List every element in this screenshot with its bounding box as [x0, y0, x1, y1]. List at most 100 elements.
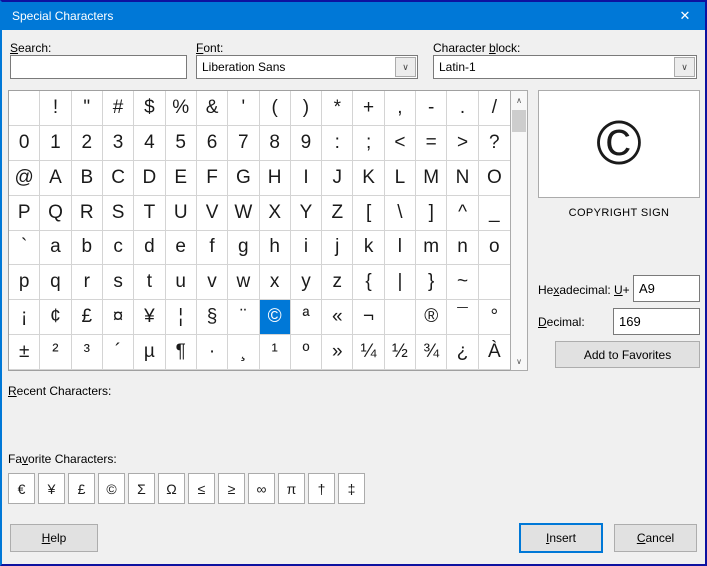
char-cell[interactable]: V [196, 195, 229, 231]
char-cell[interactable]: ; [353, 125, 385, 161]
char-cell[interactable]: > [447, 125, 479, 161]
char-cell[interactable]: : [322, 125, 354, 161]
char-cell[interactable]: @ [9, 160, 41, 196]
char-cell[interactable]: E [165, 160, 197, 196]
scroll-down-button[interactable]: ∨ [511, 353, 527, 369]
scroll-up-button[interactable]: ∧ [511, 92, 527, 108]
char-cell[interactable]: _ [478, 196, 510, 231]
char-cell[interactable]: ¨ [228, 300, 260, 336]
char-cell[interactable]: . [447, 91, 479, 126]
char-cell[interactable]: " [71, 91, 103, 126]
char-cell[interactable]: § [196, 300, 229, 336]
char-cell[interactable]: $ [134, 91, 166, 126]
char-cell[interactable]: | [384, 265, 417, 301]
char-cell[interactable]: ] [416, 195, 448, 231]
char-cell[interactable]: S [102, 195, 135, 231]
char-cell[interactable]: A [40, 160, 72, 196]
char-cell[interactable]: e [165, 230, 197, 266]
char-cell[interactable]: r [71, 265, 103, 301]
char-cell[interactable]: J [322, 160, 354, 196]
char-cell[interactable]: L [384, 160, 417, 196]
char-cell[interactable] [384, 300, 417, 336]
char-cell[interactable]: P [9, 195, 41, 231]
char-cell[interactable]: 2 [71, 125, 103, 161]
favorite-char-cell[interactable]: Σ [128, 473, 155, 504]
char-cell[interactable]: ² [40, 335, 72, 370]
char-cell[interactable]: © [259, 300, 291, 336]
char-cell[interactable]: ¦ [165, 300, 197, 336]
help-button[interactable]: Help [10, 524, 98, 552]
char-cell[interactable]: ½ [384, 335, 417, 370]
char-cell[interactable]: / [478, 91, 510, 126]
char-cell[interactable]: q [40, 265, 72, 301]
char-cell[interactable]: , [384, 91, 417, 126]
search-input[interactable] [10, 55, 187, 79]
char-cell[interactable]: h [259, 230, 291, 266]
char-cell[interactable]: ¯ [447, 300, 479, 336]
char-cell[interactable]: u [165, 265, 197, 301]
char-cell[interactable]: ) [290, 91, 323, 126]
char-cell[interactable]: ¢ [40, 300, 72, 336]
grid-scrollbar[interactable]: ∧ ∨ [510, 90, 528, 371]
char-cell[interactable]: C [102, 160, 135, 196]
char-cell[interactable] [478, 265, 510, 301]
char-cell[interactable]: [ [353, 195, 385, 231]
char-cell[interactable]: = [416, 125, 448, 161]
char-cell[interactable]: { [353, 265, 385, 301]
char-cell[interactable]: 7 [228, 125, 260, 161]
char-cell[interactable]: F [196, 160, 229, 196]
char-cell[interactable]: < [384, 125, 417, 161]
char-cell[interactable]: - [416, 91, 448, 126]
char-cell[interactable]: 9 [290, 125, 323, 161]
char-cell[interactable]: f [196, 230, 229, 266]
char-cell[interactable]: W [228, 195, 260, 231]
char-cell[interactable]: l [384, 230, 417, 266]
favorite-char-cell[interactable]: † [308, 473, 335, 504]
insert-button[interactable]: Insert [519, 523, 603, 553]
char-cell[interactable]: ± [9, 335, 41, 370]
char-cell[interactable]: B [71, 160, 103, 196]
font-combobox[interactable]: Liberation Sans ∨ [196, 55, 418, 79]
close-button[interactable]: ✕ [665, 2, 705, 30]
char-cell[interactable]: ´ [102, 335, 135, 370]
char-cell[interactable]: ¥ [134, 300, 166, 336]
char-cell[interactable]: µ [134, 335, 166, 370]
favorite-char-cell[interactable]: © [98, 473, 125, 504]
char-cell[interactable]: ~ [447, 265, 479, 301]
char-cell[interactable]: 5 [165, 125, 197, 161]
char-cell[interactable]: \ [384, 195, 417, 231]
char-cell[interactable]: ¶ [165, 335, 197, 370]
favorite-char-cell[interactable]: ‡ [338, 473, 365, 504]
char-cell[interactable]: 1 [40, 125, 72, 161]
char-cell[interactable]: X [259, 195, 291, 231]
char-cell[interactable]: } [416, 265, 448, 301]
char-cell[interactable]: s [102, 265, 135, 301]
char-cell[interactable]: ¿ [447, 335, 479, 370]
char-cell[interactable]: O [478, 161, 510, 196]
favorite-char-cell[interactable]: π [278, 473, 305, 504]
char-cell[interactable]: ³ [71, 335, 103, 370]
hexadecimal-input[interactable] [633, 275, 700, 302]
favorite-char-cell[interactable]: ¥ [38, 473, 65, 504]
char-cell[interactable]: ® [416, 300, 448, 336]
char-cell[interactable]: Y [290, 195, 323, 231]
char-cell[interactable]: v [196, 265, 229, 301]
char-cell[interactable]: ? [478, 126, 510, 161]
scrollbar-thumb[interactable] [512, 110, 526, 132]
char-cell[interactable]: g [228, 230, 260, 266]
char-cell[interactable]: N [447, 160, 479, 196]
char-cell[interactable]: d [134, 230, 166, 266]
char-cell[interactable]: ¾ [416, 335, 448, 370]
char-cell[interactable]: 6 [196, 125, 229, 161]
char-cell[interactable]: À [478, 335, 510, 370]
char-cell[interactable]: ¹ [259, 335, 291, 370]
char-cell[interactable]: 4 [134, 125, 166, 161]
char-cell[interactable]: 3 [102, 125, 135, 161]
char-cell[interactable]: ' [228, 91, 260, 126]
char-cell[interactable]: D [134, 160, 166, 196]
char-cell[interactable]: i [290, 230, 323, 266]
char-cell[interactable]: a [40, 230, 72, 266]
char-cell[interactable]: 0 [9, 125, 41, 161]
char-cell[interactable]: ¸ [228, 335, 260, 370]
char-cell[interactable]: T [134, 195, 166, 231]
